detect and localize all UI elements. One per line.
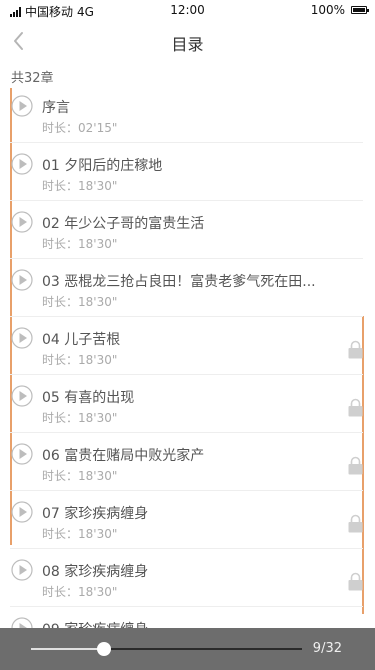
chapter-title: 04 儿子苦根	[42, 332, 121, 348]
chapter-duration: 时长：18'30"	[42, 353, 118, 367]
chapter-row-1[interactable]: 01 夕阳后的庄稼地 时长：18'30"	[10, 143, 363, 201]
chapter-title: 07 家珍疾病缠身	[42, 506, 149, 522]
play-icon[interactable]	[11, 269, 33, 291]
chapter-row-4[interactable]: 04 儿子苦根 时长：18'30"	[10, 317, 363, 375]
nav-bar: 目录	[0, 22, 375, 60]
progress-thumb[interactable]	[97, 642, 112, 656]
chapter-duration: 时长：18'30"	[42, 585, 118, 599]
battery-icon	[351, 6, 369, 14]
play-icon[interactable]	[11, 95, 33, 117]
lock-icon	[348, 572, 363, 591]
lock-icon	[348, 340, 363, 359]
chapter-duration: 时长：18'30"	[42, 179, 118, 193]
player-bar: 9/32	[0, 628, 375, 670]
play-icon[interactable]	[11, 385, 33, 407]
chapter-row-8[interactable]: 08 家珍疾病缠身 时长：18'30"	[10, 549, 363, 607]
chapter-row-3[interactable]: 03 恶棍龙三抢占良田！富贵老爹气死在田... 时长：18'30"	[10, 259, 363, 317]
play-icon[interactable]	[11, 211, 33, 233]
chapter-count: 共32章	[11, 71, 54, 86]
chapter-title: 序言	[42, 100, 70, 116]
battery-level	[353, 8, 365, 12]
chapter-duration: 时长：18'30"	[42, 295, 118, 309]
chapter-title: 05 有喜的出现	[42, 390, 135, 406]
chapter-duration: 时长：18'30"	[42, 469, 118, 483]
play-icon[interactable]	[11, 153, 33, 175]
chapter-duration: 时长：02'15"	[42, 121, 118, 135]
chapter-row-5[interactable]: 05 有喜的出现 时长：18'30"	[10, 375, 363, 433]
chapter-title: 03 恶棍龙三抢占良田！富贵老爹气死在田...	[42, 274, 316, 290]
chapter-duration: 时长：18'30"	[42, 237, 118, 251]
chapter-row-0[interactable]: 序言 时长：02'15"	[10, 85, 363, 143]
play-icon[interactable]	[11, 327, 33, 349]
lock-icon	[348, 456, 363, 475]
lock-icon	[348, 398, 363, 417]
lock-icon	[348, 514, 363, 533]
page-title: 目录	[171, 35, 204, 54]
play-icon[interactable]	[11, 501, 33, 523]
battery-percent: 100%	[310, 3, 345, 17]
chapter-duration: 时长：18'30"	[42, 411, 118, 425]
progress-slider[interactable]	[31, 642, 302, 656]
play-icon[interactable]	[11, 443, 33, 465]
chapter-row-6[interactable]: 06 富贵在赌局中败光家产 时长：18'30"	[10, 433, 363, 491]
page-indicator: 9/32	[312, 641, 342, 656]
status-right: 100%	[310, 3, 369, 17]
progress-fill	[31, 648, 105, 650]
status-bar: 中国移动 4G 12:00 100%	[0, 0, 375, 20]
chapter-title: 02 年少公子哥的富贵生活	[42, 216, 205, 232]
chapter-title: 08 家珍疾病缠身	[42, 564, 149, 580]
chapter-row-7[interactable]: 07 家珍疾病缠身 时长：18'30"	[10, 491, 363, 549]
chapter-title: 01 夕阳后的庄稼地	[42, 158, 163, 174]
chapter-duration: 时长：18'30"	[42, 527, 118, 541]
chapter-title: 06 富贵在赌局中败光家产	[42, 448, 205, 464]
play-icon[interactable]	[11, 559, 33, 581]
chapter-list: 序言 时长：02'15" 01 夕阳后的庄稼地 时长：18'30" 02 年少公…	[10, 85, 363, 665]
chapter-row-2[interactable]: 02 年少公子哥的富贵生活 时长：18'30"	[10, 201, 363, 259]
